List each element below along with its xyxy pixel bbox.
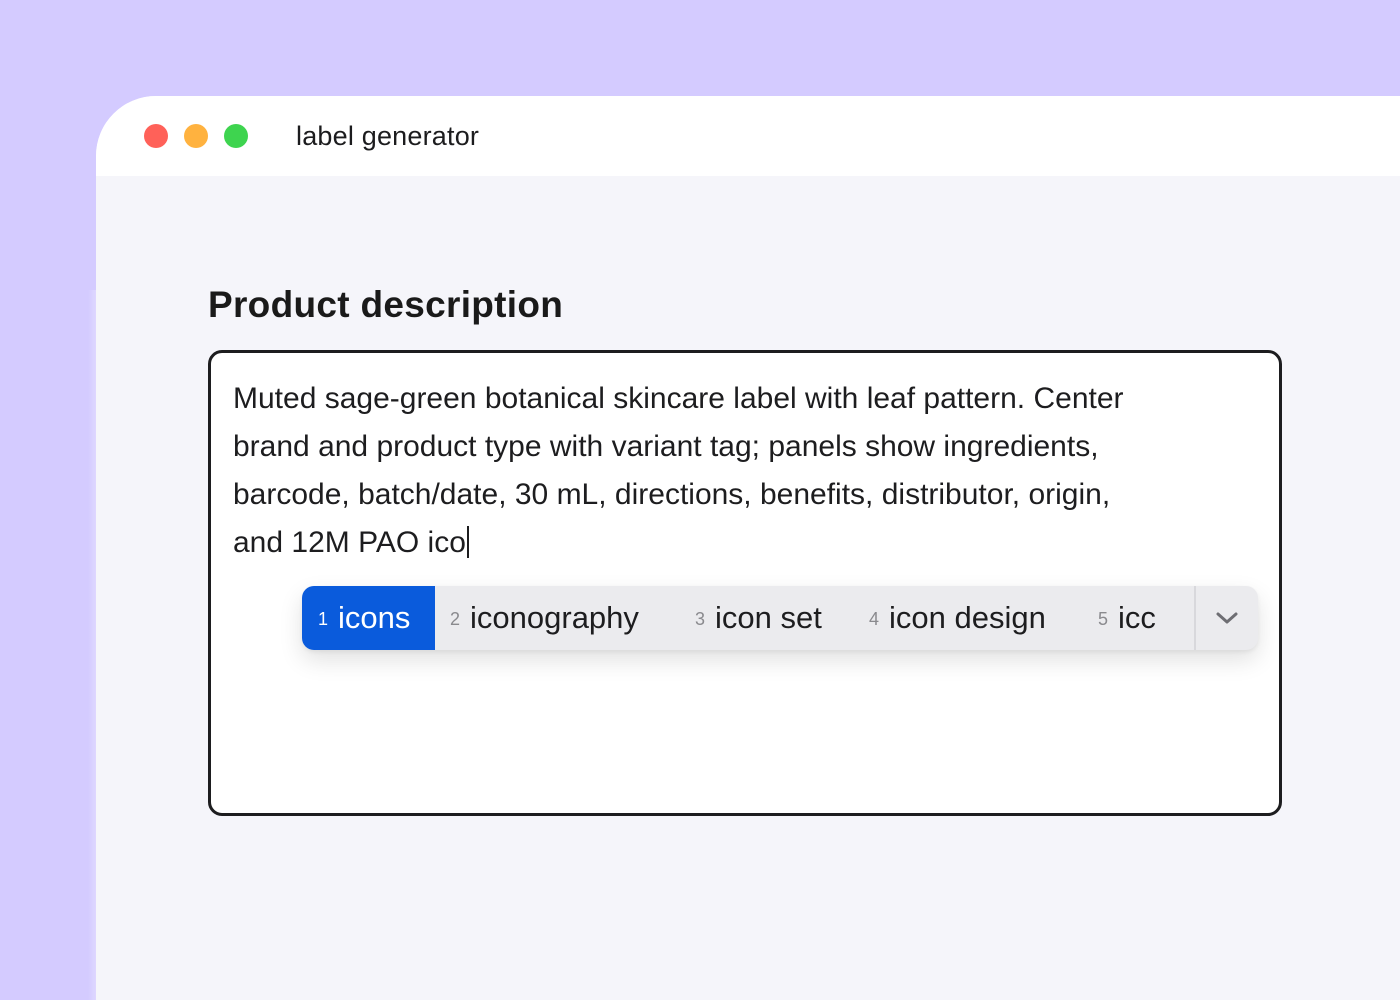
section-title: Product description xyxy=(208,284,564,325)
expand-suggestions-button[interactable] xyxy=(1196,586,1258,650)
description-text: Muted sage-green botanical skincare labe… xyxy=(233,382,1124,559)
window-title: label generator xyxy=(296,121,480,151)
product-description-textarea[interactable]: Muted sage-green botanical skincare labe… xyxy=(208,350,1282,816)
chevron-down-icon xyxy=(1216,612,1238,624)
suggestion-number: 1 xyxy=(318,608,329,629)
suggestion-item-1[interactable]: 1 icons xyxy=(302,586,435,650)
suggestion-label: icons xyxy=(338,600,411,635)
suggestion-number: 5 xyxy=(1098,608,1109,629)
suggestion-label: iconography xyxy=(470,600,639,635)
suggestion-label: icon design xyxy=(889,600,1046,635)
suggestion-item-5[interactable]: 5 icc xyxy=(1098,586,1156,650)
title-bar: label generator xyxy=(96,96,1400,176)
suggestion-number: 3 xyxy=(695,608,706,629)
suggestion-number: 2 xyxy=(450,608,461,629)
suggestion-label: icc xyxy=(1118,600,1156,635)
suggestion-label: icon set xyxy=(715,600,822,635)
minimize-window-button[interactable] xyxy=(184,124,208,148)
suggestion-number: 4 xyxy=(869,608,880,629)
autocomplete-suggestion-bar: 1 icons 2 iconography 3 icon set 4 icon … xyxy=(302,586,1258,650)
maximize-window-button[interactable] xyxy=(224,124,248,148)
suggestion-item-2[interactable]: 2 iconography xyxy=(450,586,639,650)
textarea-content: Muted sage-green botanical skincare labe… xyxy=(233,375,1263,567)
suggestion-item-3[interactable]: 3 icon set xyxy=(695,586,822,650)
close-window-button[interactable] xyxy=(144,124,168,148)
suggestion-item-4[interactable]: 4 icon design xyxy=(869,586,1046,650)
suggestion-list: 1 icons 2 iconography 3 icon set 4 icon … xyxy=(302,586,1194,650)
text-caret xyxy=(466,526,469,558)
